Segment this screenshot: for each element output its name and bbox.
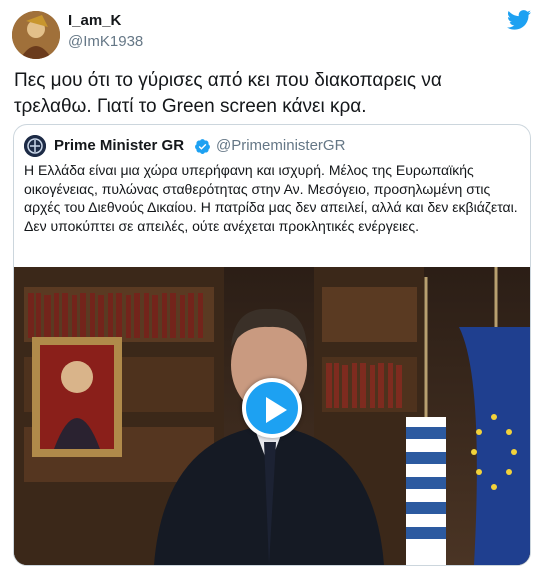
play-icon (266, 397, 287, 423)
author-name[interactable]: I_am_K (68, 12, 121, 29)
tweet-card: I_am_K @ImK1938 Πες μου ότι το γύρισες α… (0, 0, 534, 566)
quoted-author-name[interactable]: Prime Minister GR (54, 137, 184, 154)
quoted-author-handle[interactable]: @PrimeministerGR (216, 137, 345, 154)
tweet-text: Πες μου ότι το γύρισες από κει που διακο… (14, 70, 442, 117)
verified-badge-icon (195, 139, 210, 154)
quoted-author-avatar[interactable] (24, 135, 46, 157)
quoted-tweet[interactable]: Prime Minister GR @PrimeministerGR Η Ελλ… (13, 124, 531, 566)
author-avatar[interactable] (12, 11, 60, 59)
profile-avatar-icon (12, 11, 60, 59)
twitter-bird-icon[interactable] (507, 10, 531, 30)
video-player[interactable] (14, 267, 530, 565)
author-handle[interactable]: @ImK1938 (68, 33, 143, 50)
government-emblem-icon (24, 135, 46, 157)
play-button[interactable] (242, 378, 302, 438)
quoted-tweet-text: Η Ελλάδα είναι μια χώρα υπερήφανη και ισ… (24, 162, 518, 234)
